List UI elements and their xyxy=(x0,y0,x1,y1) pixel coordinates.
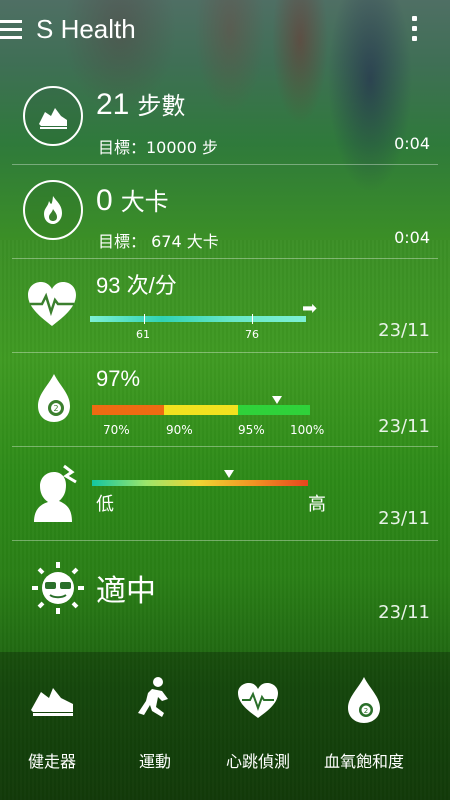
nav-label: 健走器 xyxy=(27,752,76,771)
steps-card[interactable]: 21 步數 目標：10000 步 0:04 xyxy=(12,82,438,164)
heart-rate-icon xyxy=(24,278,80,334)
nav-exercise[interactable]: 運動 xyxy=(105,672,205,782)
uv-value: 適中 xyxy=(96,575,156,608)
shoe-icon xyxy=(24,672,80,728)
calories-card[interactable]: 0 大卡 目標： 674 大卡 0:04 xyxy=(12,172,438,256)
divider xyxy=(12,446,438,447)
stress-low-label: 低 xyxy=(96,494,114,515)
oxygen-drop-icon: 2 xyxy=(336,672,392,728)
steps-time: 0:04 xyxy=(394,134,430,153)
spo2-segment-low xyxy=(92,405,164,415)
spo2-label-70: 70% xyxy=(103,423,130,437)
calories-time: 0:04 xyxy=(394,228,430,247)
sun-sunglasses-icon xyxy=(30,560,86,620)
oxygen-drop-icon: 2 xyxy=(34,372,74,428)
spo2-card[interactable]: 2 97% 23/11 xyxy=(12,356,438,444)
spo2-segment-mid xyxy=(164,405,238,415)
spo2-label-90: 90% xyxy=(166,423,193,437)
stress-card[interactable]: 低 高 23/11 xyxy=(12,450,438,536)
heart-rate-icon xyxy=(230,672,286,728)
steps-value: 21 步數 xyxy=(96,88,186,121)
stress-high-label: 高 xyxy=(308,494,326,515)
tick-low-label: 61 xyxy=(136,328,150,341)
divider xyxy=(12,352,438,353)
heart-rate-range-bar: 61 76 xyxy=(90,314,306,341)
spo2-label-95: 95% xyxy=(238,423,265,437)
spo2-marker xyxy=(272,396,282,404)
uv-date: 23/11 xyxy=(378,602,430,623)
steps-goal: 目標：10000 步 xyxy=(98,138,218,157)
heart-rate-date: 23/11 xyxy=(378,320,430,341)
svg-text:2: 2 xyxy=(364,707,368,715)
calories-value: 0 大卡 xyxy=(96,184,169,217)
stress-date: 23/11 xyxy=(378,508,430,529)
nav-oxygen[interactable]: 2 血氧飽和度 xyxy=(314,672,414,782)
app-header: S Health xyxy=(0,0,450,62)
calories-goal: 目標： 674 大卡 xyxy=(98,232,219,251)
spo2-segment-high xyxy=(238,405,310,415)
svg-text:2: 2 xyxy=(53,404,58,413)
shoe-icon xyxy=(23,86,83,146)
uv-card[interactable]: 適中 23/11 xyxy=(12,546,438,636)
nav-label: 心跳偵測 xyxy=(225,752,290,771)
tick-high-label: 76 xyxy=(245,328,259,341)
overflow-menu-icon[interactable] xyxy=(412,16,418,46)
divider xyxy=(12,540,438,541)
stress-marker xyxy=(224,470,234,478)
runner-icon xyxy=(127,672,183,728)
stress-head-icon xyxy=(28,464,80,528)
nav-label: 運動 xyxy=(138,752,171,771)
spo2-range-bar xyxy=(92,405,310,415)
bottom-nav: 健走器 運動 心跳偵測 2 血氧飽和度 xyxy=(0,652,450,800)
app-title: S Health xyxy=(36,14,136,44)
spo2-label-100: 100% xyxy=(290,423,325,437)
tick-low xyxy=(144,314,145,324)
heart-rate-card[interactable]: 93 次/分 ➡ 23/11 xyxy=(12,262,438,350)
tick-high xyxy=(252,314,253,324)
spo2-value: 97% xyxy=(96,366,141,391)
stress-range-bar xyxy=(92,480,308,486)
nav-heart-rate[interactable]: 心跳偵測 xyxy=(208,672,308,782)
nav-label: 血氧飽和度 xyxy=(323,752,404,771)
nav-pedometer[interactable]: 健走器 xyxy=(2,672,102,782)
spo2-date: 23/11 xyxy=(378,416,430,437)
menu-icon[interactable] xyxy=(0,20,22,40)
flame-icon xyxy=(23,180,83,240)
divider xyxy=(12,258,438,259)
heart-rate-value: 93 次/分 xyxy=(96,273,177,298)
divider xyxy=(12,164,438,165)
